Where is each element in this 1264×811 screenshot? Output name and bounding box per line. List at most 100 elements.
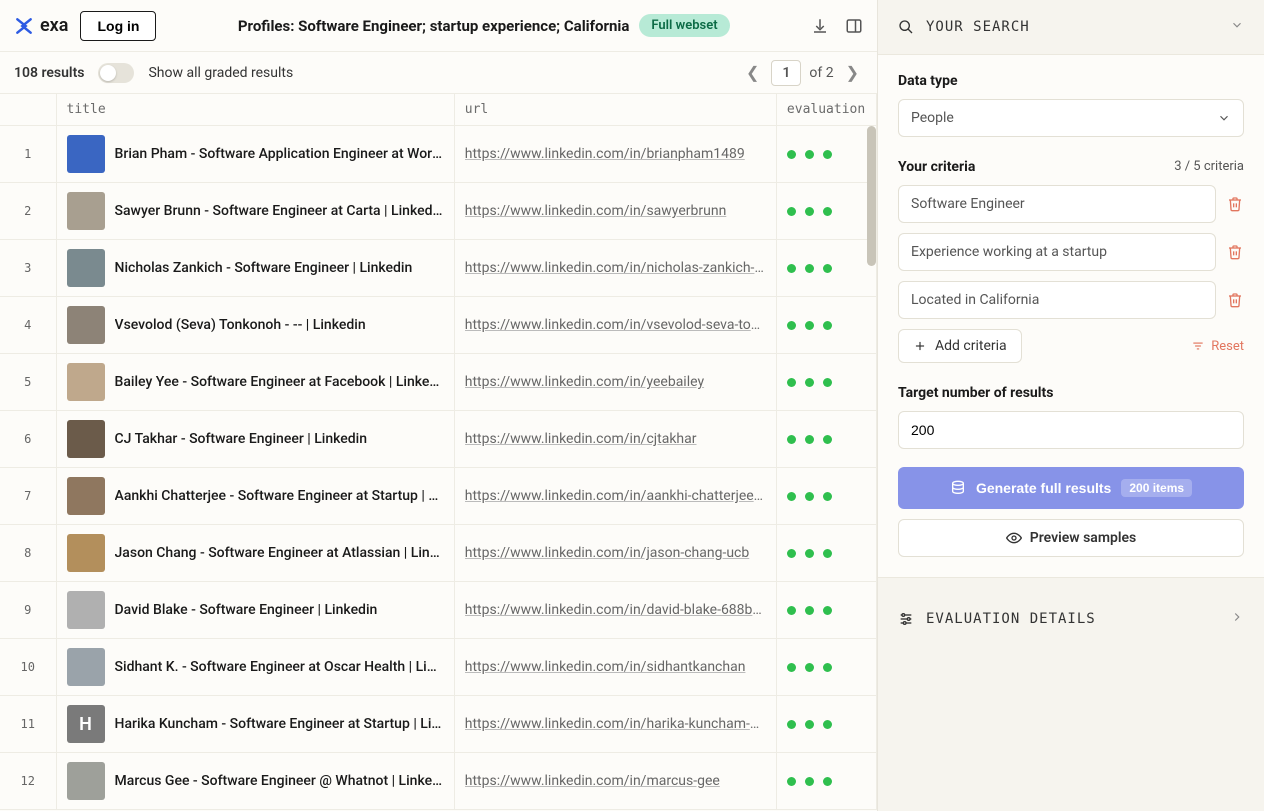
evaluation-dots (787, 207, 866, 216)
trash-icon (1227, 292, 1243, 308)
row-url[interactable]: https://www.linkedin.com/in/david-blake-… (465, 602, 766, 618)
row-url[interactable]: https://www.linkedin.com/in/harika-kunch… (465, 716, 766, 732)
evaluation-details-header[interactable]: EVALUATION DETAILS (878, 592, 1264, 646)
table-row[interactable]: 2Sawyer Brunn - Software Engineer at Car… (0, 183, 877, 240)
col-header-url[interactable]: url (454, 94, 776, 126)
row-index: 10 (0, 639, 56, 696)
page-of: of 2 (809, 65, 833, 81)
table-row[interactable]: 9David Blake - Software Engineer | Linke… (0, 582, 877, 639)
row-url[interactable]: https://www.linkedin.com/in/jason-chang-… (465, 545, 766, 561)
row-index: 12 (0, 753, 56, 810)
data-type-select[interactable]: People (898, 99, 1244, 137)
scrollbar[interactable] (866, 94, 877, 811)
delete-criteria-button[interactable] (1226, 196, 1244, 212)
table-row[interactable]: 1 Brian Pham - Software Application Engin… (0, 126, 877, 183)
criteria-input[interactable]: Located in California (898, 281, 1216, 319)
row-title: Nicholas Zankich - Software Engineer | L… (115, 260, 413, 276)
row-url[interactable]: https://www.linkedin.com/in/nicholas-zan… (465, 260, 766, 276)
avatar (67, 477, 105, 515)
row-url[interactable]: https://www.linkedin.com/in/aankhi-chatt… (465, 488, 766, 504)
reset-icon (1191, 339, 1205, 353)
row-index: 8 (0, 525, 56, 582)
show-all-label: Show all graded results (148, 65, 293, 81)
your-search-label: YOUR SEARCH (926, 19, 1030, 35)
row-url[interactable]: https://www.linkedin.com/in/sawyerbrunn (465, 203, 766, 219)
your-search-header[interactable]: YOUR SEARCH (878, 0, 1264, 54)
row-index: 5 (0, 354, 56, 411)
evaluation-dots (787, 435, 866, 444)
table-row[interactable]: 12Marcus Gee - Software Engineer @ Whatn… (0, 753, 877, 810)
generate-button[interactable]: Generate full results 200 items (898, 467, 1244, 509)
evaluation-dots (787, 492, 866, 501)
trash-icon (1227, 196, 1243, 212)
evaluation-dots (787, 264, 866, 273)
avatar (67, 762, 105, 800)
row-title: Bailey Yee - Software Engineer at Facebo… (115, 374, 444, 390)
chevron-down-icon (1217, 111, 1231, 125)
download-icon[interactable] (811, 17, 829, 35)
table-row[interactable]: 5 Bailey Yee - Software Engineer at Faceb… (0, 354, 877, 411)
row-url[interactable]: https://www.linkedin.com/in/yeebailey (465, 374, 766, 390)
table-row[interactable]: 11HHarika Kuncham - Software Engineer at… (0, 696, 877, 753)
row-index: 9 (0, 582, 56, 639)
col-header-evaluation[interactable]: evaluation (776, 94, 876, 126)
plus-icon (913, 339, 927, 353)
table-row[interactable]: 8Jason Chang - Software Engineer at Atla… (0, 525, 877, 582)
avatar: H (67, 705, 105, 743)
login-button[interactable]: Log in (80, 11, 156, 41)
show-all-toggle[interactable] (98, 63, 134, 83)
database-icon (950, 480, 966, 496)
page-current[interactable]: 1 (771, 60, 801, 86)
row-url[interactable]: https://www.linkedin.com/in/sidhantkanch… (465, 659, 766, 675)
row-title: Vsevolod (Seva) Tonkonoh - -- | Linkedin (115, 317, 366, 333)
pager: ❮ 1 of 2 ❯ (742, 60, 863, 86)
criteria-label: Your criteria 3 / 5 criteria (898, 159, 1244, 175)
evaluation-dots (787, 378, 866, 387)
row-index: 7 (0, 468, 56, 525)
panel-toggle-icon[interactable] (845, 17, 863, 35)
row-url[interactable]: https://www.linkedin.com/in/vsevolod-sev… (465, 317, 766, 333)
generate-count-pill: 200 items (1121, 479, 1192, 497)
chevron-down-icon (1230, 18, 1244, 36)
row-url[interactable]: https://www.linkedin.com/in/cjtakhar (465, 431, 766, 447)
next-page-button[interactable]: ❯ (842, 63, 863, 82)
table-row[interactable]: 4 Vsevolod (Seva) Tonkonoh - -- | Linkedi… (0, 297, 877, 354)
logo[interactable]: exa (14, 15, 68, 36)
avatar (67, 249, 105, 287)
table-row[interactable]: 10 Sidhant K. - Software Engineer at Osca… (0, 639, 877, 696)
results-table: title url evaluation 1 Brian Pham - Softw… (0, 94, 877, 810)
delete-criteria-button[interactable] (1226, 292, 1244, 308)
add-criteria-button[interactable]: Add criteria (898, 329, 1022, 363)
delete-criteria-button[interactable] (1226, 244, 1244, 260)
avatar (67, 534, 105, 572)
data-type-value: People (911, 110, 954, 126)
criteria-input[interactable]: Experience working at a startup (898, 233, 1216, 271)
page-title: Profiles: Software Engineer; startup exp… (238, 17, 629, 35)
scrollbar-thumb[interactable] (867, 126, 876, 266)
data-type-label: Data type (898, 73, 1244, 89)
row-url[interactable]: https://www.linkedin.com/in/brianpham148… (465, 146, 766, 162)
table-row[interactable]: 7Aankhi Chatterjee - Software Engineer a… (0, 468, 877, 525)
table-row[interactable]: 6CJ Takhar - Software Engineer | Linkedi… (0, 411, 877, 468)
row-index: 3 (0, 240, 56, 297)
evaluation-dots (787, 606, 866, 615)
col-header-title[interactable]: title (56, 94, 454, 126)
target-label: Target number of results (898, 385, 1244, 401)
row-title: Brian Pham - Software Application Engine… (115, 146, 444, 162)
row-url[interactable]: https://www.linkedin.com/in/marcus-gee (465, 773, 766, 789)
row-index: 11 (0, 696, 56, 753)
evaluation-dots (787, 663, 866, 672)
evaluation-dots (787, 321, 866, 330)
criteria-input[interactable]: Software Engineer (898, 185, 1216, 223)
logo-icon (14, 16, 34, 36)
reset-button[interactable]: Reset (1191, 339, 1244, 354)
row-index: 1 (0, 126, 56, 183)
avatar (67, 306, 105, 344)
row-title: Sidhant K. - Software Engineer at Oscar … (115, 659, 444, 675)
preview-button[interactable]: Preview samples (898, 519, 1244, 557)
table-row[interactable]: 3 Nicholas Zankich - Software Engineer | … (0, 240, 877, 297)
prev-page-button[interactable]: ❮ (742, 63, 763, 82)
row-index: 4 (0, 297, 56, 354)
target-input[interactable] (898, 411, 1244, 449)
criteria-count: 3 / 5 criteria (1174, 159, 1244, 175)
